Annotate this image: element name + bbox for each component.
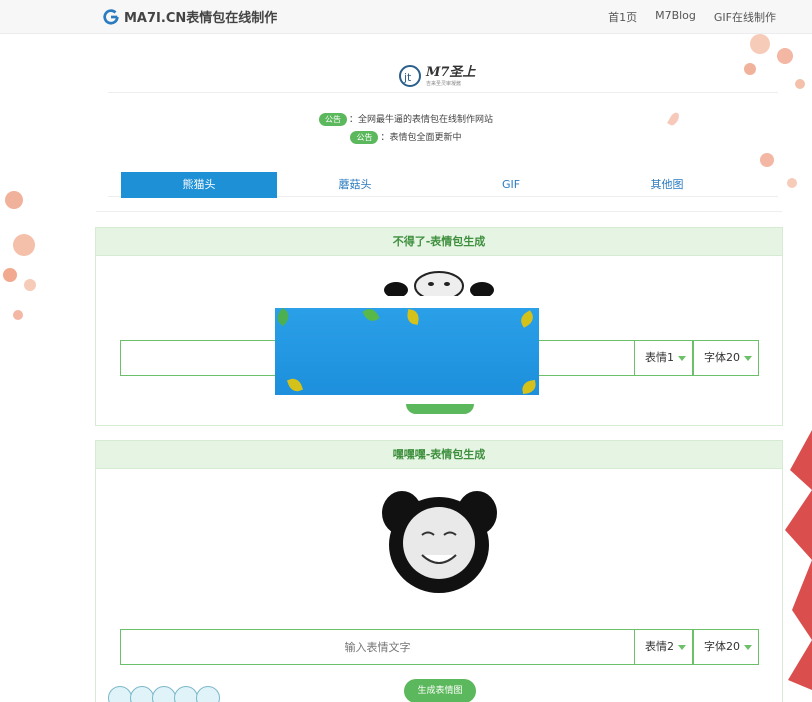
expression-select[interactable]: 表情2 [634,629,693,665]
notice-badge: 公告 [318,113,347,126]
tab-panda-head[interactable]: 熊猫头 [121,172,277,198]
leaf-decoration [362,308,380,325]
chevron-down-icon [744,355,752,361]
meme-form-row: 表情2 字体20 [120,629,759,665]
site-name: MA7I.CN表情包在线制作 [124,11,278,26]
bubble [174,686,198,702]
font-select[interactable]: 字体20 [693,629,759,665]
bubble [196,686,220,702]
generate-button[interactable] [406,404,474,414]
font-select[interactable]: 字体20 [693,340,759,376]
top-navbar: MA7I.CN表情包在线制作 首1页 M7Blog GIF在线制作 [0,0,812,34]
notice-text: ：表情包全面更新中 [380,133,462,143]
svg-text:jt: jt [403,71,412,84]
leaf-decoration [405,309,421,325]
bubbles-decoration [108,686,220,702]
bubble [130,686,154,702]
site-brand: jt M7圣上 吉来圣灵审凝酱 [398,64,475,88]
g-logo-icon [103,8,119,25]
meme-text-input[interactable] [120,629,634,665]
chevron-down-icon [678,355,686,361]
chevron-down-icon [678,644,686,650]
site-logo-link[interactable]: MA7I.CN表情包在线制作 [102,7,277,26]
notice-line-1: 公告 ：全网最牛逼的表情包在线制作网站 [0,112,812,126]
brand-title: M7圣上 [426,64,476,80]
nav-home[interactable]: 首1页 [608,9,637,25]
generate-button[interactable]: 生成表情图 [404,679,476,702]
expression-select[interactable]: 表情1 [634,340,693,376]
leaf-decoration [517,310,537,328]
leaf-decoration [286,376,304,394]
bubble [108,686,132,702]
nav-gif-maker[interactable]: GIF在线制作 [714,9,776,25]
meme-panel-2: 嘿嘿嘿-表情包生成 表情2 字体20 生成表情图 [95,440,783,702]
leaf-decoration [521,379,537,395]
notice-text: ：全网最牛逼的表情包在线制作网站 [348,115,493,125]
notice-line-2: 公告 ：表情包全面更新中 [0,130,812,144]
panel-title: 嘿嘿嘿-表情包生成 [96,441,782,469]
leaf-decoration [275,308,293,327]
category-tabs: 熊猫头 蘑菇头 GIF 其他图 [121,172,745,198]
panda-meme-image [382,483,497,595]
tab-gif[interactable]: GIF [433,172,589,198]
panda-meme-image [382,270,496,296]
font-select-value: 字体20 [704,351,740,364]
top-nav: 首1页 M7Blog GIF在线制作 [608,9,776,25]
brand-subtitle: 吉来圣灵审凝酱 [426,80,462,87]
panel-title: 不得了-表情包生成 [96,228,782,256]
bubble [152,686,176,702]
notice-badge: 公告 [350,131,379,144]
tabs-divider [96,211,782,212]
expression-select-value: 表情1 [645,351,674,364]
left-blossom-decoration [3,191,36,320]
font-select-value: 字体20 [704,640,740,653]
tab-other[interactable]: 其他图 [589,172,745,198]
right-red-decoration [785,430,812,690]
nav-blog[interactable]: M7Blog [655,9,696,25]
expression-select-value: 表情2 [645,640,674,653]
brand-mark-icon: jt [399,65,421,87]
chevron-down-icon [744,644,752,650]
overlay-banner[interactable] [275,308,539,395]
tab-mushroom-head[interactable]: 蘑菇头 [277,172,433,198]
